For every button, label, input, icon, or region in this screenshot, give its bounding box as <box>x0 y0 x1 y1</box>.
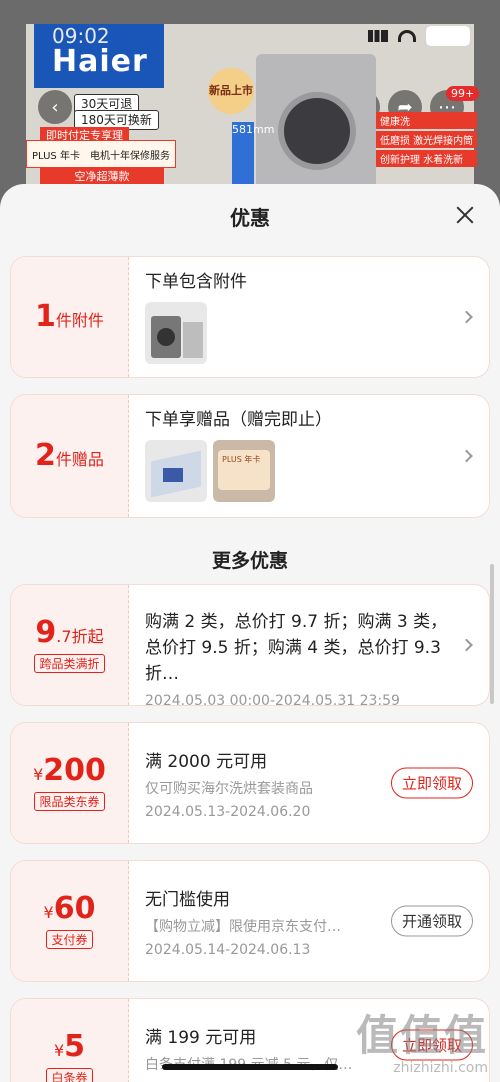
close-icon[interactable] <box>454 204 476 226</box>
status-bar-icons <box>368 26 470 46</box>
discount-decimal: .7折起 <box>56 626 104 646</box>
feature-tag: 低磨损 激光焊接内筒 <box>376 131 478 148</box>
coupon-200-card: ¥200 限品类东券 满 2000 元可用 仅可购买海尔洗烘套装商品 2024.… <box>10 722 490 844</box>
battery-icon <box>426 26 470 46</box>
currency-symbol: ¥ <box>53 1040 65 1060</box>
watermark-logo: 值值值 <box>355 1011 488 1060</box>
gift-title: 下单享赠品（赠完即止） <box>145 410 332 430</box>
plus-card-thumb-text: PLUS 年卡 <box>218 450 270 490</box>
scrollbar[interactable] <box>490 564 494 704</box>
accessory-body: 下单包含附件 <box>145 267 475 368</box>
wifi-icon <box>398 30 416 42</box>
brand-banner: 09:02 Haier <box>34 24 164 88</box>
gift-count: 2 <box>35 438 56 473</box>
feature-tags: 健康洗 低磨损 激光焊接内筒 创新护理 水着洗新 <box>376 112 478 167</box>
feature-tag: 健康洗 <box>376 112 478 129</box>
claim-coupon-200-button[interactable]: 立即领取 <box>390 767 473 799</box>
warranty-label: 电机十年保修服务 <box>89 150 170 162</box>
plus-label: PLUS 年卡 <box>32 150 80 162</box>
accessory-thumbnail[interactable] <box>145 302 207 364</box>
coupon-60-card: ¥60 支付券 无门槛使用 【购物立减】限使用京东支付… 2024.05.14-… <box>10 860 490 982</box>
coupon-60-amount: 60 <box>53 890 96 926</box>
notification-badge: 99+ <box>446 86 480 101</box>
gift-thumbnail-room[interactable] <box>145 440 207 502</box>
coupon-200-date: 2024.05.13-2024.06.20 <box>145 804 311 820</box>
gift-thumbnail-plus-card[interactable]: PLUS 年卡 <box>213 440 275 502</box>
coupon-200-title: 满 2000 元可用 <box>145 752 268 772</box>
feature-tag: 创新护理 水着洗新 <box>376 150 478 167</box>
coupon-200-amount: 200 <box>43 752 106 788</box>
coupon-5-amount: 5 <box>64 1028 86 1064</box>
accessory-unit: 件附件 <box>55 311 104 330</box>
more-promotions-title: 更多优惠 <box>211 550 288 572</box>
accessory-card[interactable]: 1件附件 下单包含附件 <box>10 256 490 378</box>
coupon-5-label: 白条券 <box>46 1067 93 1082</box>
coupon-200-summary: ¥200 限品类东券 <box>11 723 129 843</box>
watermark: 值值值 zhizhizhi.com <box>355 1011 488 1077</box>
discount-body: 购满 2 类，总价打 9.7 折；购满 3 类，总价打 9.5 折；购满 4 类… <box>145 609 455 706</box>
back-arrow-icon[interactable]: ‹ <box>38 90 72 124</box>
coupon-60-label: 支付券 <box>46 929 93 949</box>
signal-icon <box>368 30 388 42</box>
discount-card[interactable]: 9.7折起 跨品类满折 购满 2 类，总价打 9.7 折；购满 3 类，总价打 … <box>10 584 490 706</box>
watermark-site: zhizhizhi.com <box>393 1060 488 1076</box>
home-indicator[interactable] <box>162 1064 338 1070</box>
gift-unit: 件赠品 <box>55 450 104 469</box>
discount-description: 购满 2 类，总价打 9.7 折；购满 3 类，总价打 9.5 折；购满 4 类… <box>145 612 448 684</box>
plus-card-banner: PLUS 年卡 电机十年保修服务 <box>26 140 176 168</box>
coupon-60-title: 无门槛使用 <box>145 890 230 910</box>
coupon-5-title: 满 199 元可用 <box>145 1028 257 1048</box>
coupon-60-summary: ¥60 支付券 <box>11 861 129 981</box>
accessory-count: 1 <box>35 299 56 334</box>
currency-symbol: ¥ <box>33 764 44 784</box>
sheet-title: 优惠 <box>230 206 270 230</box>
chevron-right-icon <box>460 638 473 652</box>
accessory-summary: 1件附件 <box>11 257 129 377</box>
brand-logo: Haier <box>52 44 148 79</box>
gift-summary: 2件赠品 <box>11 395 129 517</box>
activate-coupon-60-button[interactable]: 开通领取 <box>390 905 473 937</box>
coupon-60-date: 2024.05.14-2024.06.13 <box>145 942 311 958</box>
coupon-200-label: 限品类东券 <box>34 791 105 811</box>
coupon-60-desc: 【购物立减】限使用京东支付… <box>145 919 341 935</box>
coupon-5-summary: ¥5 白条券 <box>11 999 129 1082</box>
discount-summary: 9.7折起 跨品类满折 <box>11 585 129 705</box>
coupon-200-desc: 仅可购买海尔洗烘套装商品 <box>145 781 313 797</box>
washer-door <box>278 92 356 170</box>
discount-label: 跨品类满折 <box>34 653 105 673</box>
new-product-stamp: 新品上市 <box>208 68 254 114</box>
coupon-60-body: 无门槛使用 【购物立减】限使用京东支付… 2024.05.14-2024.06.… <box>145 885 369 958</box>
accessory-title: 下单包含附件 <box>145 272 247 292</box>
discount-number: 9 <box>35 614 57 650</box>
gift-body: 下单享赠品（赠完即止） PLUS 年卡 <box>145 405 475 506</box>
currency-symbol: ¥ <box>43 902 54 922</box>
promotions-sheet: 优惠 1件附件 下单包含附件 2件赠品 下单享赠品（赠完即止） PLUS 年卡 … <box>0 184 500 1082</box>
coupon-200-body: 满 2000 元可用 仅可购买海尔洗烘套装商品 2024.05.13-2024.… <box>145 747 369 820</box>
discount-date: 2024.05.03 00:00-2024.05.31 23:59 <box>145 693 400 706</box>
gift-card[interactable]: 2件赠品 下单享赠品（赠完即止） PLUS 年卡 <box>10 394 490 518</box>
